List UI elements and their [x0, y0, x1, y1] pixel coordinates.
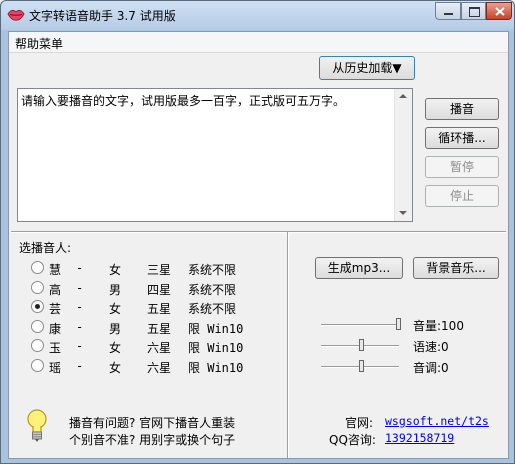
maximize-icon [469, 7, 480, 17]
background-music-button[interactable]: 背景音乐... [413, 257, 499, 279]
voice-name: 高 [49, 282, 62, 297]
voice-limit: 系统不限 [188, 282, 237, 297]
voice-name: 玉 [49, 341, 62, 356]
volume-track[interactable] [321, 324, 399, 326]
maximize-button[interactable] [461, 2, 486, 20]
voice-stars: 五星 [147, 321, 172, 336]
voice-limit: 限 Win10 [188, 361, 244, 375]
text-scrollbar[interactable] [394, 89, 412, 221]
voice-stars: 六星 [147, 341, 172, 356]
speed-thumb[interactable] [358, 339, 364, 351]
voice-name: 芸 [49, 302, 62, 317]
voice-limit: 限 Win10 [188, 341, 244, 356]
stop-button[interactable]: 停止 [425, 185, 499, 207]
voice-radio[interactable] [31, 319, 44, 333]
scroll-down-icon[interactable] [399, 211, 407, 215]
voice-name: 康 [49, 321, 62, 336]
voice-option[interactable]: 慧 - 女 三星 系统不限 [31, 261, 261, 277]
voice-option[interactable]: 高 - 男 四星 系统不限 [31, 280, 261, 297]
voice-limit: 限 Win10 [188, 321, 244, 336]
voice-option[interactable]: 瑶 - 女 六星 限 Win10 [31, 359, 261, 375]
voice-sep: - [76, 280, 84, 295]
window-title: 文字转语音助手 3.7 试用版 [29, 9, 176, 23]
voice-limit: 系统不限 [188, 263, 237, 277]
close-icon [495, 7, 505, 16]
website-label: 官网: [345, 416, 374, 430]
voice-radio[interactable] [31, 339, 44, 353]
voice-gender: 女 [109, 302, 122, 317]
voice-stars: 三星 [147, 263, 172, 277]
vertical-divider [287, 232, 289, 458]
voice-sep: - [76, 339, 84, 354]
hint-line-1: 播音有问题? 官网下播音人重装 [69, 416, 236, 430]
menu-item-help[interactable]: 帮助菜单 [15, 35, 63, 52]
voice-gender: 男 [109, 282, 122, 297]
pitch-label: 音调:0 [413, 361, 449, 375]
hint-line-2: 个别音不准? 用别字或换个句子 [69, 433, 236, 447]
minimize-button[interactable] [435, 2, 461, 20]
app-window: 文字转语音助手 3.7 试用版 帮助菜单 从历史加载▼ 请输入要播音的文字，试用… [0, 0, 515, 464]
voice-radio[interactable] [31, 359, 44, 372]
client-area: 帮助菜单 从历史加载▼ 请输入要播音的文字，试用版最多一百字，正式版可五万字。 … [8, 31, 509, 459]
horizontal-divider [11, 231, 506, 233]
voice-radio[interactable] [31, 280, 44, 294]
play-button[interactable]: 播音 [425, 98, 499, 120]
voice-name: 慧 [49, 263, 62, 277]
volume-thumb[interactable] [396, 318, 401, 330]
close-button[interactable] [486, 2, 512, 20]
website-link[interactable]: wsgsoft.net/t2s [385, 414, 489, 428]
voice-gender: 女 [109, 361, 122, 375]
voice-stars: 五星 [147, 302, 172, 317]
voice-option[interactable]: 玉 - 女 六星 限 Win10 [31, 339, 261, 355]
voice-gender: 男 [109, 321, 122, 336]
voice-sep: - [76, 359, 84, 373]
qq-label: QQ咨询: [329, 433, 376, 447]
voice-sep: - [76, 261, 84, 275]
app-lips-icon [7, 9, 25, 21]
voice-option[interactable]: 康 - 男 五星 限 Win10 [31, 319, 261, 336]
speed-label: 语速:0 [413, 340, 449, 354]
qq-link[interactable]: 1392158719 [385, 431, 454, 445]
text-input-area[interactable]: 请输入要播音的文字，试用版最多一百字，正式版可五万字。 [17, 88, 413, 222]
scroll-up-icon[interactable] [399, 94, 407, 98]
minimize-icon [444, 13, 453, 15]
generate-mp3-button[interactable]: 生成mp3... [315, 257, 403, 279]
voice-sep: - [76, 319, 84, 334]
menu-bar: 帮助菜单 [9, 32, 508, 53]
voice-option[interactable]: 芸 - 女 五星 系统不限 [31, 300, 261, 316]
lightbulb-icon [27, 409, 47, 442]
loop-play-button[interactable]: 循环播... [425, 127, 499, 149]
text-input-value: 请输入要播音的文字，试用版最多一百字，正式版可五万字。 [21, 94, 346, 108]
voice-heading: 选播音人: [19, 241, 72, 255]
voice-gender: 女 [109, 341, 122, 356]
title-bar[interactable]: 文字转语音助手 3.7 试用版 [1, 1, 514, 31]
pitch-thumb[interactable] [358, 360, 364, 372]
voice-radio[interactable] [31, 261, 44, 274]
voice-sep: - [76, 300, 84, 315]
voice-stars: 四星 [147, 282, 172, 297]
voice-stars: 六星 [147, 361, 172, 375]
pause-button[interactable]: 暂停 [425, 156, 499, 178]
volume-label: 音量:100 [413, 319, 464, 333]
voice-radio[interactable] [31, 300, 44, 314]
voice-gender: 女 [109, 263, 122, 277]
voice-limit: 系统不限 [188, 302, 237, 317]
load-history-button[interactable]: 从历史加载▼ [319, 56, 415, 80]
voice-name: 瑶 [49, 361, 62, 375]
